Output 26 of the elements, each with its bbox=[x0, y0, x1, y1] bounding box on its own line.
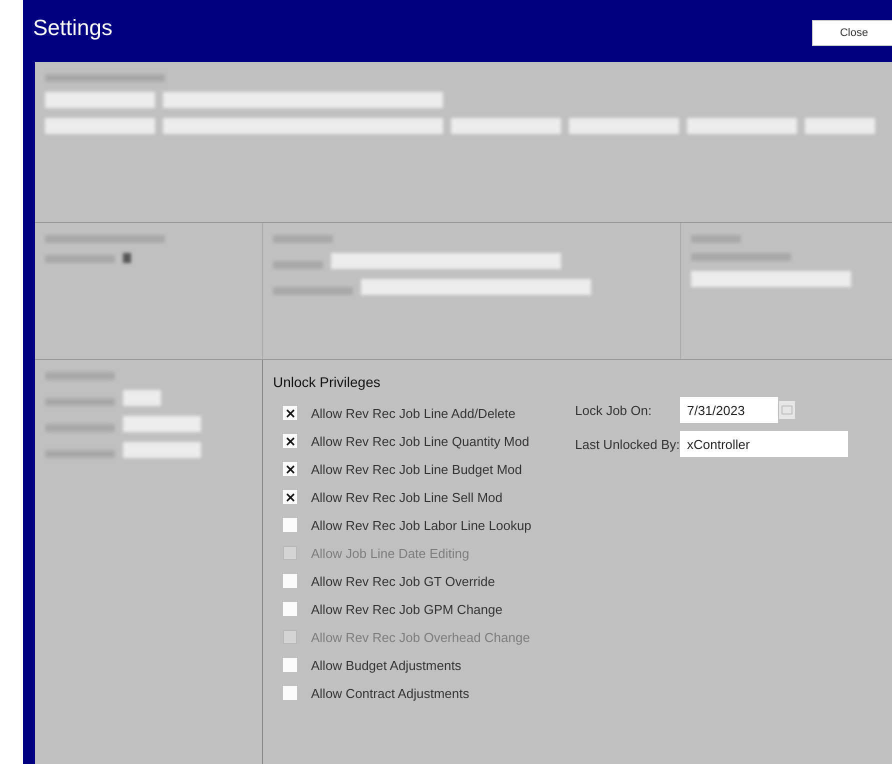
field-label: Last Unlocked By: bbox=[575, 436, 680, 452]
checkbox-label: Allow Rev Rec Job Line Quantity Mod bbox=[311, 434, 530, 448]
x-mark-icon bbox=[286, 464, 294, 474]
checkbox-label: Allow Rev Rec Job Labor Line Lookup bbox=[311, 518, 532, 532]
x-mark-icon bbox=[286, 492, 294, 502]
blurred-field bbox=[123, 390, 161, 406]
checkbox-label: Allow Rev Rec Job Line Sell Mod bbox=[311, 490, 502, 504]
checkbox-label: Allow Contract Adjustments bbox=[311, 686, 470, 700]
date-field[interactable]: 7/31/2023 bbox=[680, 397, 778, 423]
checkbox-label: Allow Job Line Date Editing bbox=[311, 546, 470, 560]
field-label: Lock Job On: bbox=[575, 402, 653, 418]
checkbox-label: Allow Rev Rec Job Line Budget Mod bbox=[311, 462, 522, 476]
blurred-field bbox=[805, 118, 875, 134]
window-title: Settings bbox=[33, 15, 112, 41]
checkbox-label: Allow Rev Rec Job GPM Change bbox=[311, 602, 502, 616]
x-mark-icon bbox=[286, 436, 294, 446]
checkbox-label: Allow Rev Rec Job Line Add/Delete bbox=[311, 406, 516, 420]
section-title: Unlock Privileges bbox=[273, 374, 382, 390]
checkbox-label: Allow Budget Adjustments bbox=[311, 658, 462, 672]
close-button[interactable]: Close bbox=[812, 20, 892, 46]
x-mark-icon bbox=[286, 408, 294, 418]
checkbox-label: Allow Rev Rec Job GT Override bbox=[311, 574, 495, 588]
checkbox-label: Allow Rev Rec Job Overhead Change bbox=[311, 630, 530, 644]
text-field[interactable]: xController bbox=[680, 431, 848, 457]
calendar-icon[interactable] bbox=[779, 401, 795, 419]
blurred-spot bbox=[123, 253, 131, 263]
